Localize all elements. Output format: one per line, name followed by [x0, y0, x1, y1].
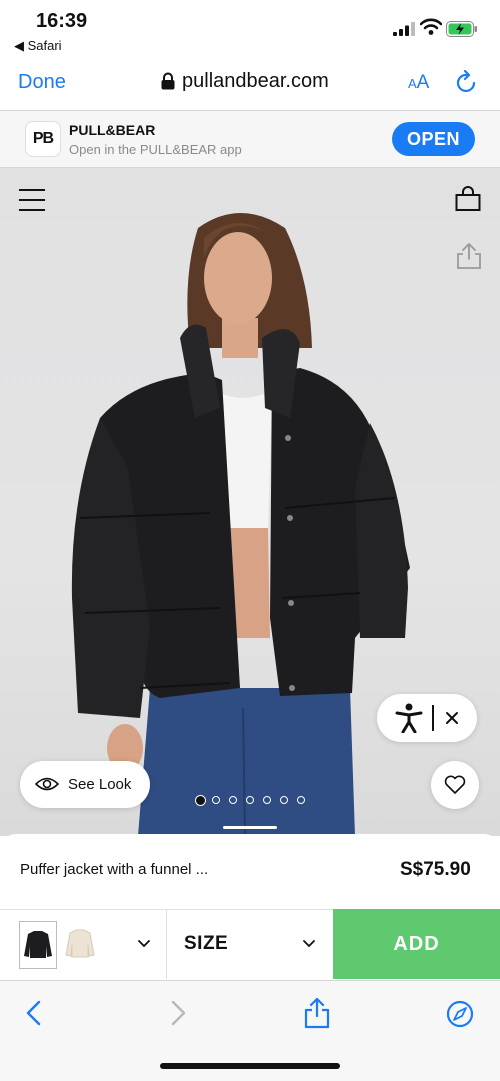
wifi-icon	[420, 18, 442, 35]
add-to-cart-button[interactable]: ADD	[333, 909, 500, 979]
url-text[interactable]: pullandbear.com	[182, 70, 329, 93]
close-icon[interactable]	[445, 711, 459, 725]
done-button[interactable]: Done	[18, 71, 66, 94]
color-swatch-cream[interactable]	[62, 921, 98, 967]
wishlist-button[interactable]	[431, 761, 479, 809]
chevron-down-icon[interactable]	[137, 939, 151, 949]
carousel-dot[interactable]	[229, 796, 237, 804]
product-price: S$75.90	[400, 859, 471, 880]
carousel-dot[interactable]	[263, 796, 271, 804]
color-swatch-black[interactable]	[19, 921, 57, 969]
back-arrow-icon[interactable]	[24, 1000, 44, 1026]
text-size-button[interactable]: AA	[408, 71, 429, 94]
home-indicator	[160, 1063, 340, 1069]
cellular-signal-icon	[393, 22, 415, 36]
back-to-safari-link[interactable]: ◀ Safari	[14, 38, 62, 54]
accessibility-divider	[432, 705, 434, 731]
accessibility-icon[interactable]	[395, 703, 423, 733]
size-selector[interactable]: SIZE	[184, 933, 228, 955]
share-icon[interactable]	[456, 242, 482, 270]
shopping-bag-icon[interactable]	[455, 186, 481, 212]
banner-app-subtitle: Open in the PULL&BEAR app	[69, 142, 242, 157]
banner-app-name: PULL&BEAR	[69, 122, 156, 138]
battery-charging-icon	[446, 21, 477, 37]
hamburger-menu-icon[interactable]	[19, 188, 45, 212]
compass-icon[interactable]	[446, 1000, 474, 1028]
image-carousel-indicator	[195, 795, 315, 808]
reload-icon[interactable]	[456, 70, 478, 94]
carousel-dot[interactable]	[280, 796, 288, 804]
product-name[interactable]: Puffer jacket with a funnel ...	[20, 861, 208, 878]
status-time: 16:39	[36, 10, 88, 32]
forward-arrow-icon[interactable]	[168, 1000, 188, 1026]
carousel-dot[interactable]	[297, 796, 305, 804]
black-jacket-thumbnail	[24, 931, 52, 958]
see-look-label: See Look	[68, 776, 132, 793]
text-size-small-glyph: A	[408, 76, 417, 91]
carousel-dot[interactable]	[195, 795, 206, 806]
accessibility-widget[interactable]	[377, 694, 477, 742]
scroll-indicator	[223, 826, 277, 829]
carousel-dot[interactable]	[212, 796, 220, 804]
share-icon[interactable]	[304, 997, 330, 1029]
lock-icon	[161, 72, 175, 90]
cream-jacket-thumbnail	[65, 929, 95, 958]
chevron-down-icon[interactable]	[302, 939, 316, 949]
heart-icon	[444, 775, 466, 794]
carousel-dot[interactable]	[246, 796, 254, 804]
open-app-button[interactable]: OPEN	[392, 122, 475, 156]
text-size-large-glyph: A	[416, 72, 430, 93]
pull-and-bear-logo: PB	[25, 121, 61, 157]
eye-icon	[35, 777, 59, 791]
